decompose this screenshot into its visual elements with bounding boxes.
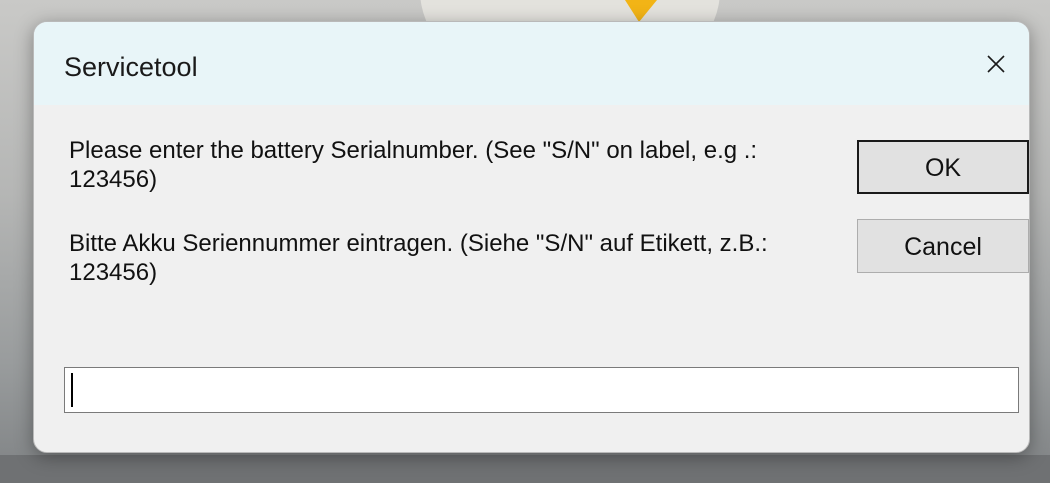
dialog-title: Servicetool	[64, 52, 198, 82]
dialog-titlebar[interactable]: Servicetool	[34, 22, 1029, 105]
text-caret	[71, 373, 73, 407]
close-icon	[987, 55, 1005, 73]
message-german: Bitte Akku Seriennummer eintragen. (Sieh…	[69, 230, 768, 286]
serial-number-input[interactable]	[64, 367, 1019, 413]
servicetool-dialog: Servicetool Please enter the battery Ser…	[33, 21, 1030, 453]
ok-button[interactable]: OK	[857, 140, 1029, 194]
message-english: Please enter the battery Serialnumber. (…	[69, 137, 758, 193]
close-button[interactable]	[959, 22, 1029, 105]
background-bottom-strip	[0, 455, 1050, 483]
background-accent-shape	[625, 0, 657, 22]
cancel-button[interactable]: Cancel	[857, 219, 1029, 273]
